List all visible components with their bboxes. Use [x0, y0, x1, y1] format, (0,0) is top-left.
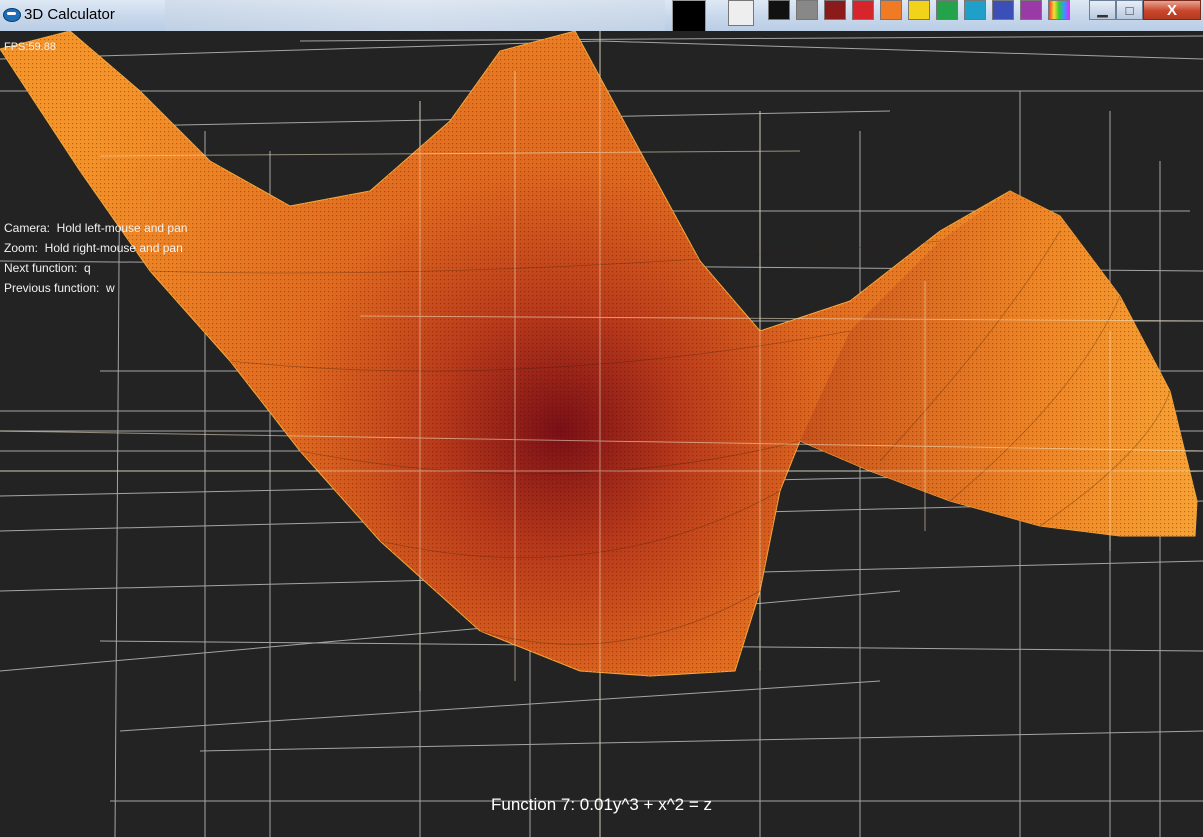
- color-swatch-teal: [964, 0, 986, 20]
- title-bar[interactable]: 3D Calculator ▁ □ X: [0, 0, 1203, 32]
- minimize-button[interactable]: ▁: [1089, 0, 1116, 20]
- zoom-hint: Zoom: Hold right-mouse and pan: [4, 241, 183, 255]
- next-function-hint: Next function: q: [4, 261, 91, 275]
- color-swatch-black: [672, 0, 706, 31]
- previous-function-hint: Previous function: w: [4, 281, 115, 295]
- render-viewport[interactable]: FPS:59.88 Camera: Hold left-mouse and pa…: [0, 31, 1203, 837]
- color-swatch-red: [852, 0, 874, 20]
- maximize-button[interactable]: □: [1116, 0, 1143, 20]
- color-swatch-purple: [1020, 0, 1042, 20]
- window-controls: ▁ □ X: [1089, 0, 1201, 20]
- color-swatch-maroon: [824, 0, 846, 20]
- close-button[interactable]: X: [1143, 0, 1201, 20]
- app-icon: [3, 8, 21, 22]
- scene-canvas: [0, 31, 1203, 837]
- function-label: Function 7: 0.01y^3 + x^2 = z: [490, 795, 713, 814]
- color-swatch-blue: [992, 0, 1014, 20]
- fps-counter: FPS:59.88: [4, 41, 56, 53]
- function-surface: [0, 31, 1198, 677]
- color-swatch-gray: [796, 0, 818, 20]
- color-swatch-yellow: [908, 0, 930, 20]
- camera-hint: Camera: Hold left-mouse and pan: [4, 221, 188, 235]
- color-swatch-dark: [768, 0, 790, 20]
- color-swatch-white: [728, 0, 754, 26]
- window-title: 3D Calculator: [24, 6, 115, 23]
- color-swatch-rainbow: [1048, 0, 1070, 20]
- background-app-toolbar: [165, 0, 665, 31]
- color-swatch-orange: [880, 0, 902, 20]
- color-swatch-green: [936, 0, 958, 20]
